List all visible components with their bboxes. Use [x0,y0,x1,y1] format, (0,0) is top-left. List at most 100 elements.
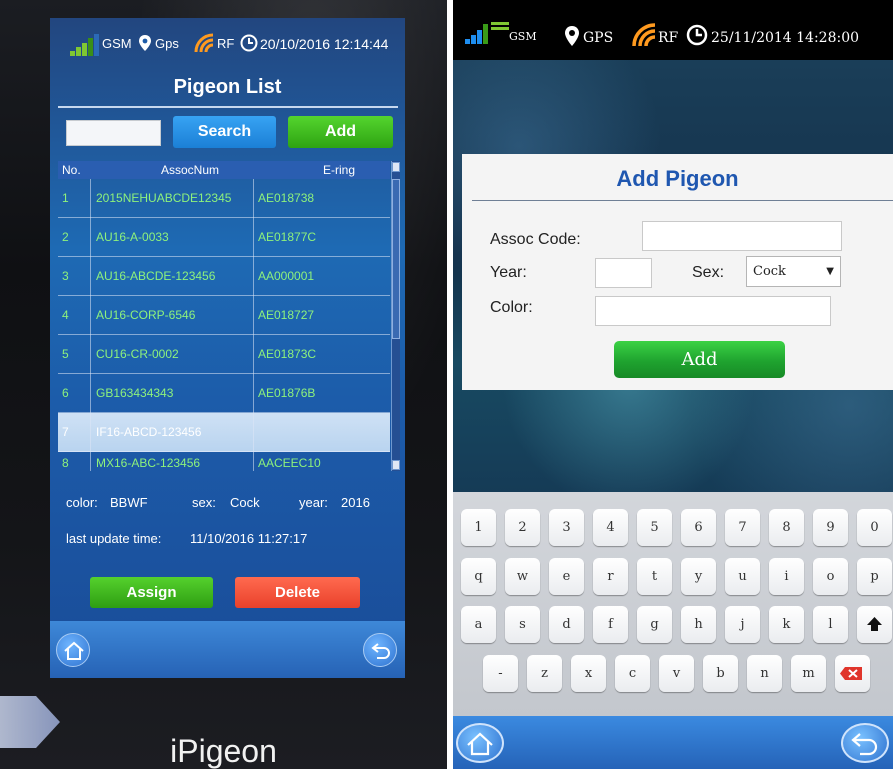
status-bar: GSM GPS RF 25/11/2014 14:28:00 [453,0,893,60]
backspace-key[interactable] [835,655,870,692]
scroll-up-arrow-icon[interactable] [392,162,400,172]
scroll-down-arrow-icon[interactable] [392,460,400,470]
key[interactable]: y [681,558,716,595]
key[interactable]: 2 [505,509,540,546]
key[interactable]: 8 [769,509,804,546]
color-label: Color: [490,299,533,316]
sex-value: Cock [230,495,260,510]
dialog-divider [472,200,893,201]
key[interactable]: l [813,606,848,643]
key[interactable]: z [527,655,562,692]
table-row[interactable]: 4 AU16-CORP-6546 AE018727 [58,296,390,335]
add-pigeon-dialog: Add Pigeon Assoc Code: Year: Sex: Cock ▼… [462,154,893,390]
assign-button[interactable]: Assign [90,577,213,608]
key[interactable]: i [769,558,804,595]
key[interactable]: c [615,655,650,692]
table-row-selected[interactable]: 7 IF16-ABCD-123456 [58,413,390,452]
row-ering: AE01877C [258,230,317,244]
scroll-thumb[interactable] [392,179,400,339]
key[interactable]: m [791,655,826,692]
row-no: 5 [62,347,69,361]
list-scrollbar[interactable] [391,161,400,471]
rf-label: RF [658,30,679,46]
col-ering: E-ring [323,163,356,177]
key[interactable]: r [593,558,628,595]
sex-select-value: Cock [753,264,786,279]
backspace-icon [840,667,862,680]
key[interactable]: o [813,558,848,595]
key[interactable]: n [747,655,782,692]
bottom-nav-bar [50,621,405,678]
key[interactable]: 0 [857,509,892,546]
key[interactable]: t [637,558,672,595]
key[interactable]: j [725,606,760,643]
key[interactable]: d [549,606,584,643]
home-icon [467,732,493,756]
row-assoc: IF16-ABCD-123456 [96,425,202,439]
table-row[interactable]: 1 2015NEHUABCDE12345 AE018738 [58,179,390,218]
row-assoc: AU16-A-0033 [96,230,169,244]
add-button[interactable]: Add [288,116,393,148]
update-label: last update time: [66,531,162,546]
color-value: BBWF [110,495,148,510]
key[interactable]: q [461,558,496,595]
table-row[interactable]: 3 AU16-ABCDE-123456 AA000001 [58,257,390,296]
key[interactable]: k [769,606,804,643]
device-screen: GSM Gps RF 20/10/2016 12:14:44 Pigeon Li… [50,18,405,678]
row-assoc: AU16-CORP-6546 [96,308,196,322]
table-row[interactable]: 5 CU16-CR-0002 AE01873C [58,335,390,374]
left-device-photo: GSM Gps RF 20/10/2016 12:14:44 Pigeon Li… [0,0,447,769]
key[interactable]: h [681,606,716,643]
key[interactable]: g [637,606,672,643]
clock-icon [686,24,708,46]
search-input[interactable] [66,120,161,146]
assoc-code-input[interactable] [642,221,842,251]
key[interactable]: x [571,655,606,692]
key[interactable]: s [505,606,540,643]
rf-signal-icon [194,33,214,53]
key[interactable]: v [659,655,694,692]
key[interactable]: 4 [593,509,628,546]
table-row[interactable]: 6 GB163434343 AE01876B [58,374,390,413]
key[interactable]: e [549,558,584,595]
home-button[interactable] [456,723,504,763]
key[interactable]: - [483,655,518,692]
delete-button[interactable]: Delete [235,577,360,608]
col-no: No. [62,163,81,177]
col-divider [253,179,254,471]
key[interactable]: 5 [637,509,672,546]
gps-label: GPS [583,30,614,46]
bottom-nav-bar [453,716,893,769]
key[interactable]: f [593,606,628,643]
back-arrow-icon [851,733,878,756]
key[interactable]: 3 [549,509,584,546]
datetime-label: 25/11/2014 14:28:00 [711,30,860,46]
key[interactable]: w [505,558,540,595]
key[interactable]: a [461,606,496,643]
home-button[interactable] [56,633,90,667]
clock-icon [240,34,258,52]
table-row[interactable]: 8 MX16-ABC-123456 AACEEC10 [58,452,390,471]
key[interactable]: 9 [813,509,848,546]
key[interactable]: p [857,558,892,595]
row-assoc: MX16-ABC-123456 [96,456,201,470]
key[interactable]: b [703,655,738,692]
back-button[interactable] [363,633,397,667]
year-input[interactable] [595,258,652,288]
color-input[interactable] [595,296,831,326]
search-button[interactable]: Search [173,116,276,148]
key[interactable]: 7 [725,509,760,546]
status-bar: GSM Gps RF 20/10/2016 12:14:44 [50,26,405,66]
key[interactable]: u [725,558,760,595]
table-row[interactable]: 2 AU16-A-0033 AE01877C [58,218,390,257]
shift-key[interactable] [857,606,892,643]
signal-icon [70,34,100,56]
back-arrow-icon [371,643,390,659]
row-ering: AE01873C [258,347,317,361]
back-button[interactable] [841,723,889,763]
key[interactable]: 6 [681,509,716,546]
row-ering: AE01876B [258,386,316,400]
add-pigeon-button[interactable]: Add [614,341,785,378]
key[interactable]: 1 [461,509,496,546]
sex-select[interactable]: Cock ▼ [746,256,841,287]
